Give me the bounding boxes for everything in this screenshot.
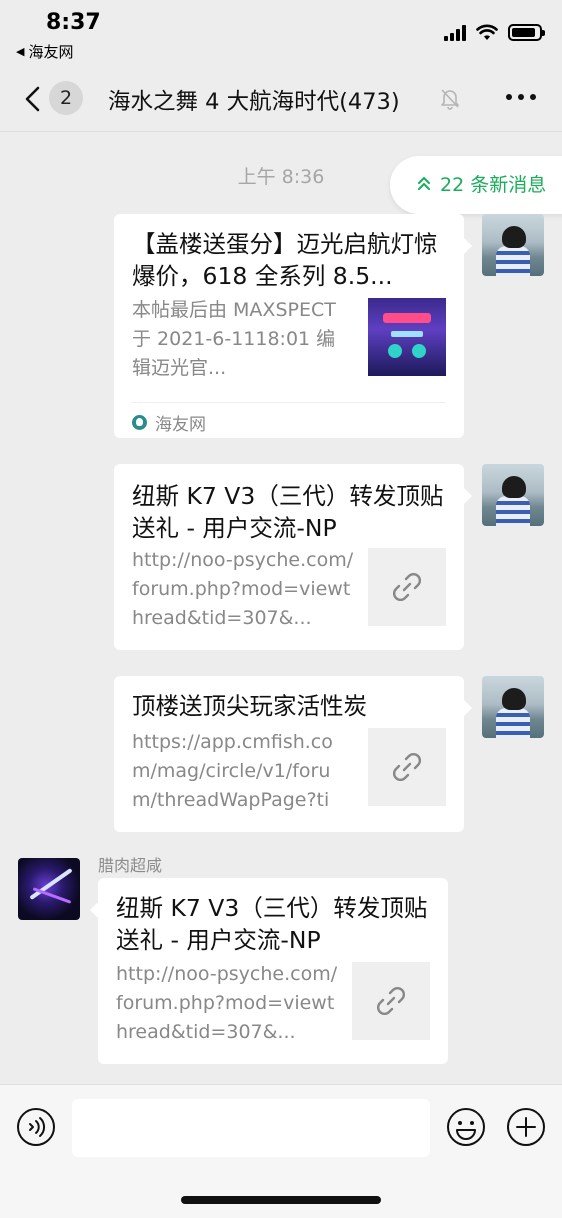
new-messages-button[interactable]: 22 条新消息 [390,156,562,214]
card-title: 【盖楼送蛋分】迈光启航灯惊爆价，618 全系列 8.5... [132,230,438,290]
card-title: 纽斯 K7 V3（三代）转发顶贴送礼 - 用户交流-NP [116,894,428,954]
cellular-signal-icon [444,24,466,41]
card-description: https://app.cmfish.com/mag/circle/v1/for… [132,731,333,811]
message-input[interactable] [72,1099,430,1157]
new-messages-label: 22 条新消息 [440,174,547,196]
back-triangle-icon: ◀ [16,45,25,58]
card-source: 海友网 [132,402,446,435]
avatar[interactable] [482,676,544,738]
voice-icon[interactable] [16,1107,56,1147]
plus-icon[interactable] [506,1107,546,1147]
more-dots-icon[interactable] [506,94,536,100]
source-logo-icon [132,415,147,430]
card-description: http://noo-psyche.com/forum.php?mod=view… [132,549,354,629]
card-title: 顶楼送顶尖玩家活性炭 [132,692,367,720]
chat-header: 2 海水之舞 4 大航海时代(473) [0,66,562,132]
link-message-card[interactable]: 【盖楼送蛋分】迈光启航灯惊爆价，618 全系列 8.5... 本帖最后由 MAX… [114,214,472,438]
link-message-card[interactable]: 纽斯 K7 V3（三代）转发顶贴送礼 - 用户交流-NP http://noo-… [90,878,448,1064]
chat-title: 海水之舞 4 大航海时代(473) [108,89,400,115]
back-to-app[interactable]: ◀ 海友网 [16,41,73,62]
home-indicator[interactable] [181,1196,381,1204]
sender-avatar[interactable] [18,858,80,920]
double-chevron-up-icon [416,156,432,214]
card-source-label: 海友网 [155,415,206,435]
avatar[interactable] [482,464,544,526]
link-thumbnail [368,728,446,806]
link-thumbnail [368,548,446,626]
card-description: http://noo-psyche.com/forum.php?mod=view… [116,963,338,1043]
emoji-icon[interactable] [446,1107,486,1147]
battery-icon [508,24,545,41]
unread-chats-badge[interactable]: 2 [49,81,83,115]
status-time: 8:37 [46,10,101,35]
link-icon [377,987,405,1015]
wifi-icon [476,24,498,40]
avatar[interactable] [482,214,544,276]
link-message-card[interactable]: 顶楼送顶尖玩家活性炭 https://app.cmfish.com/mag/ci… [114,676,472,832]
link-message-card[interactable]: 纽斯 K7 V3（三代）转发顶贴送礼 - 用户交流-NP http://noo-… [114,464,472,650]
card-title: 纽斯 K7 V3（三代）转发顶贴送礼 - 用户交流-NP [132,482,444,542]
article-thumbnail [368,298,446,376]
bell-slash-icon [441,89,459,110]
link-icon [393,753,421,781]
card-description: 本帖最后由 MAXSPECT 于 2021-6-1118:01 编辑迈光官... [132,299,336,379]
system-icons [444,24,545,41]
link-icon [393,573,421,601]
back-chevron-icon[interactable] [18,82,48,116]
status-bar: 8:37 ◀ 海友网 [0,0,562,66]
sender-name: 腊肉超咸 [98,856,163,875]
back-app-label: 海友网 [28,43,74,61]
link-thumbnail [352,962,430,1040]
